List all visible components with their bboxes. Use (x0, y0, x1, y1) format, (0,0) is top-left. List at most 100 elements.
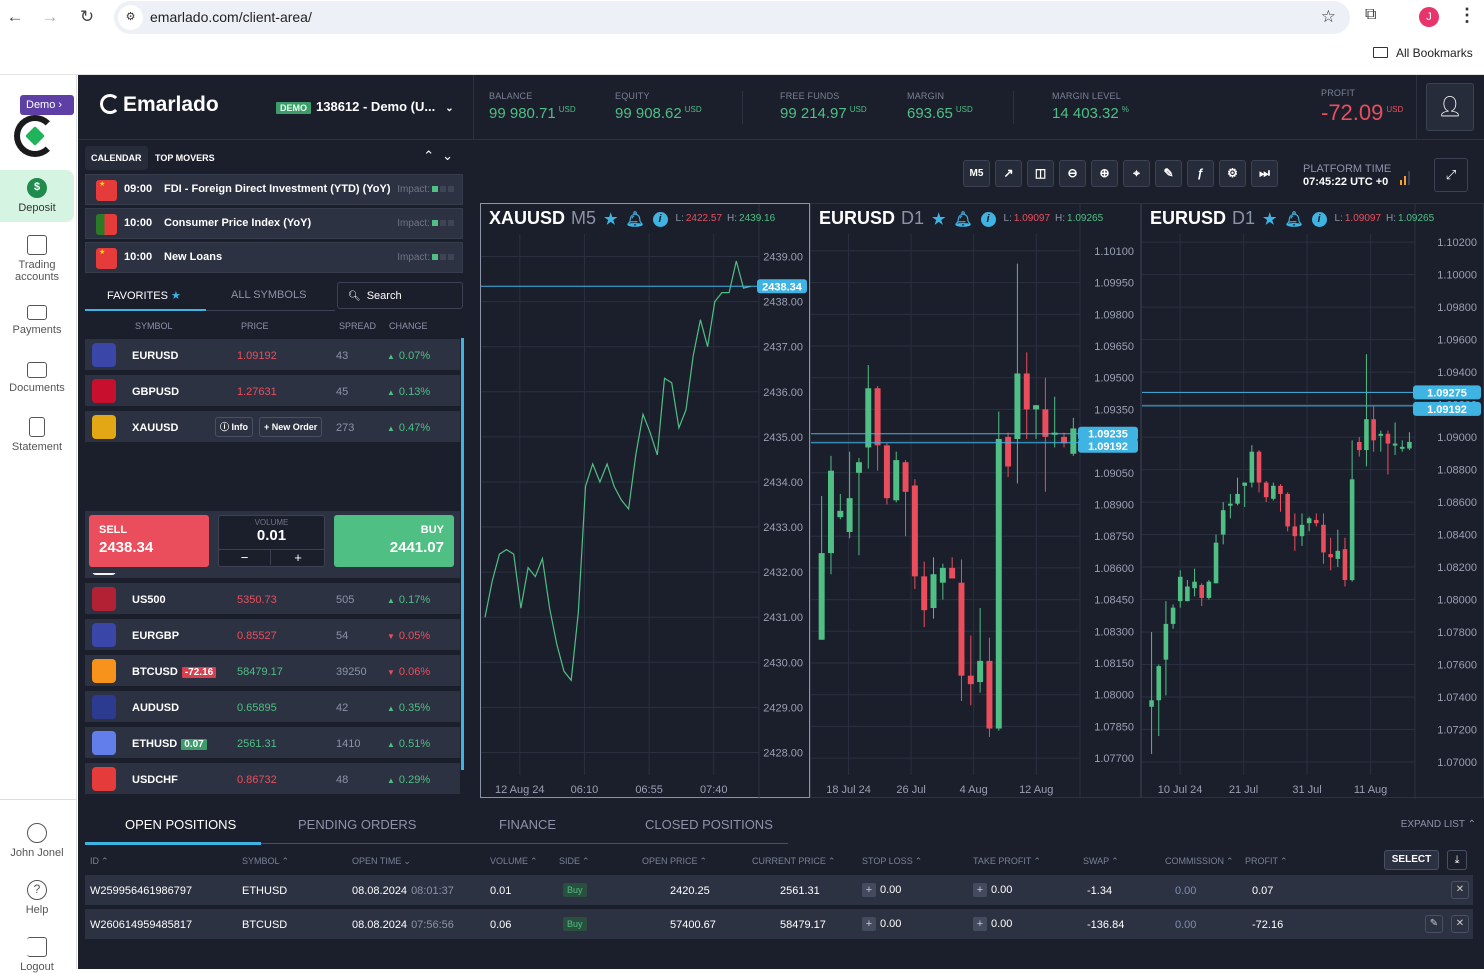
chevron-down-icon[interactable]: ⌄ (442, 148, 461, 163)
alert-bell-icon[interactable]: 🔔︎ (625, 210, 644, 228)
col-commission[interactable]: COMMISSION ⌃ (1165, 856, 1234, 867)
favorite-star-icon[interactable]: ★ (1263, 210, 1276, 228)
volume-decrease-button[interactable]: − (219, 550, 271, 565)
tab-calendar[interactable]: CALENDAR (85, 146, 148, 170)
tab-closed-positions[interactable]: CLOSED POSITIONS (645, 817, 773, 832)
zoom-in-button[interactable]: ⊕ (1091, 160, 1118, 187)
alert-bell-icon[interactable]: 🔔︎ (1284, 210, 1303, 228)
position-row[interactable]: W260614959485817 BTCUSD 08.08.2024 07:56:56… (85, 909, 1473, 941)
nav-user[interactable]: John Jonel (0, 823, 74, 859)
volume-input[interactable]: 0.01 (219, 527, 324, 544)
alert-bell-icon[interactable]: 🔔︎ (953, 210, 972, 228)
browser-menu-icon[interactable]: ⋮ (1458, 5, 1476, 26)
demo-switch[interactable]: Demo › (20, 95, 74, 115)
chart-canvas[interactable]: 1.10100 1.09950 1.09800 1.09650 1.09500 1.093… (811, 204, 1142, 799)
fullscreen-button[interactable]: ⤢ (1434, 158, 1468, 192)
symbol-row-audusd[interactable]: AUDUSD 0.65895 42 ▲ 0.35% (85, 691, 460, 724)
close-position-button[interactable]: ✕ (1451, 915, 1469, 933)
calendar-event[interactable]: 09:00 FDI - Foreign Direct Investment (YT… (85, 174, 463, 205)
collapse-controls[interactable]: ⌃⌄ (423, 148, 461, 164)
url-text[interactable]: emarlado.com/client-area/ (150, 9, 312, 25)
info-icon[interactable]: i (1311, 212, 1327, 227)
chart-type-button[interactable]: ↗ (995, 160, 1022, 187)
bookmark-star-icon[interactable]: ☆ (1321, 7, 1336, 27)
symbol-search-input[interactable]: 🔍︎ Search (337, 282, 463, 309)
chart-2[interactable]: 1.10200 1.10000 1.09800 1.09600 1.09400 1.092… (1141, 203, 1484, 799)
tab-pending-orders[interactable]: PENDING ORDERS (298, 817, 416, 832)
nav-statement[interactable]: Statement (0, 417, 74, 453)
symbol-row-btcusd[interactable]: BTCUSD -72.16 58479.17 39250 ▼ 0.06% (85, 655, 460, 688)
go-to-end-button[interactable]: ⏭ (1251, 160, 1278, 187)
address-bar[interactable]: ⚙ emarlado.com/client-area/ ☆ (114, 1, 1350, 34)
user-menu-button[interactable]: 👤︎ (1426, 83, 1474, 131)
position-row[interactable]: W259956461986797 ETHUSD 08.08.2024 08:01:37… (85, 875, 1473, 907)
symbol-row-us500[interactable]: US500 5350.73 505 ▲ 0.17% (85, 583, 460, 616)
draw-button[interactable]: ✎ (1155, 160, 1182, 187)
add-take-profit-button[interactable]: + (973, 883, 987, 897)
symbol-row-xauusd[interactable]: XAUUSD ⓘ Info + New Order 273 ▲ 0.47% (85, 411, 460, 444)
nav-trading-accounts[interactable]: Trading accounts (0, 235, 74, 283)
calendar-event[interactable]: 10:00 New Loans Impact: (85, 242, 463, 273)
tab-top-movers[interactable]: TOP MOVERS (149, 146, 221, 170)
symbol-row-gbpusd[interactable]: GBPUSD 1.27631 45 ▲ 0.13% (85, 375, 460, 408)
buy-button[interactable]: BUY 2441.07 (334, 515, 454, 567)
col-open-price[interactable]: OPEN PRICE ⌃ (642, 856, 707, 867)
account-selector[interactable]: DEMO 138612 - Demo (U... ⌄ (276, 99, 454, 114)
chart-0[interactable]: 2439.00 2438.00 2437.00 2436.00 2435.00 2434.… (480, 203, 811, 799)
symbol-row-eurusd[interactable]: EURUSD 1.09192 43 ▲ 0.07% (85, 339, 460, 372)
col-take-profit[interactable]: TAKE PROFIT ⌃ (973, 856, 1041, 867)
info-icon[interactable]: i (980, 212, 996, 227)
nav-payments[interactable]: Payments (0, 305, 74, 336)
chart-timeframe[interactable]: M5 (571, 208, 596, 228)
settings-button[interactable]: ⚙ (1219, 160, 1246, 187)
new-order-button[interactable]: + New Order (259, 417, 323, 437)
timeframe-button[interactable]: M5 (963, 160, 990, 187)
chart-timeframe[interactable]: D1 (901, 208, 924, 228)
extensions-icon[interactable]: ⧉ (1365, 6, 1376, 24)
chart-1[interactable]: 1.10100 1.09950 1.09800 1.09650 1.09500 1.093… (810, 203, 1142, 799)
download-button[interactable]: ⤓ (1447, 850, 1467, 870)
tab-all-symbols[interactable]: ALL SYMBOLS (231, 289, 306, 301)
add-take-profit-button[interactable]: + (973, 917, 987, 931)
tab-finance[interactable]: FINANCE (499, 817, 556, 832)
symbol-list-scrollbar[interactable] (461, 338, 464, 770)
info-icon[interactable]: i (652, 212, 668, 227)
chevron-up-icon[interactable]: ⌃ (423, 148, 442, 163)
close-position-button[interactable]: ✕ (1451, 881, 1469, 899)
tab-favorites[interactable]: FAVORITES ★ (107, 289, 181, 302)
nav-documents[interactable]: Documents (0, 362, 74, 394)
favorite-star-icon[interactable]: ★ (604, 210, 617, 228)
col-stop-loss[interactable]: STOP LOSS ⌃ (862, 856, 922, 867)
add-stop-loss-button[interactable]: + (862, 883, 876, 897)
forward-icon[interactable]: → (39, 6, 61, 28)
symbol-row-ethusd[interactable]: ETHUSD 0.07 2561.31 1410 ▲ 0.51% (85, 727, 460, 760)
nav-help[interactable]: ? Help (0, 880, 74, 916)
chart-canvas[interactable]: 1.10200 1.10000 1.09800 1.09600 1.09400 1.092… (1142, 204, 1484, 799)
col-swap[interactable]: SWAP ⌃ (1083, 856, 1119, 867)
chart-canvas[interactable]: 2439.00 2438.00 2437.00 2436.00 2435.00 2434.… (481, 204, 811, 799)
favorite-star-icon[interactable]: ★ (932, 210, 945, 228)
back-icon[interactable]: ← (4, 6, 26, 28)
col-open-time[interactable]: OPEN TIME ⌄ (352, 856, 411, 867)
calendar-event[interactable]: 10:00 Consumer Price Index (YoY) Impact: (85, 208, 463, 239)
nav-logout[interactable]: Logout (0, 937, 74, 973)
symbol-row-eurgbp[interactable]: EURGBP 0.85527 54 ▼ 0.05% (85, 619, 460, 652)
edit-position-button[interactable]: ✎ (1425, 915, 1443, 933)
nav-deposit[interactable]: $ Deposit (0, 170, 74, 222)
volume-increase-button[interactable]: + (272, 550, 324, 565)
col-symbol[interactable]: SYMBOL ⌃ (242, 856, 289, 867)
expand-list-button[interactable]: EXPAND LIST ⌃ (1401, 819, 1476, 830)
all-bookmarks[interactable]: All Bookmarks (1373, 46, 1473, 60)
reload-icon[interactable]: ↻ (76, 6, 98, 28)
col-current-price[interactable]: CURRENT PRICE ⌃ (752, 856, 835, 867)
profile-avatar[interactable]: J (1419, 7, 1439, 27)
tab-open-positions[interactable]: OPEN POSITIONS (125, 817, 236, 832)
screenshot-button[interactable]: ⌖ (1123, 160, 1150, 187)
zoom-out-button[interactable]: ⊖ (1059, 160, 1086, 187)
layout-button[interactable]: ◫ (1027, 160, 1054, 187)
col-id[interactable]: ID ⌃ (90, 856, 109, 867)
sell-button[interactable]: SELL 2438.34 (89, 515, 209, 567)
site-settings-icon[interactable]: ⚙ (118, 5, 143, 30)
info-button[interactable]: ⓘ Info (215, 417, 254, 437)
col-side[interactable]: SIDE ⌃ (559, 856, 590, 867)
